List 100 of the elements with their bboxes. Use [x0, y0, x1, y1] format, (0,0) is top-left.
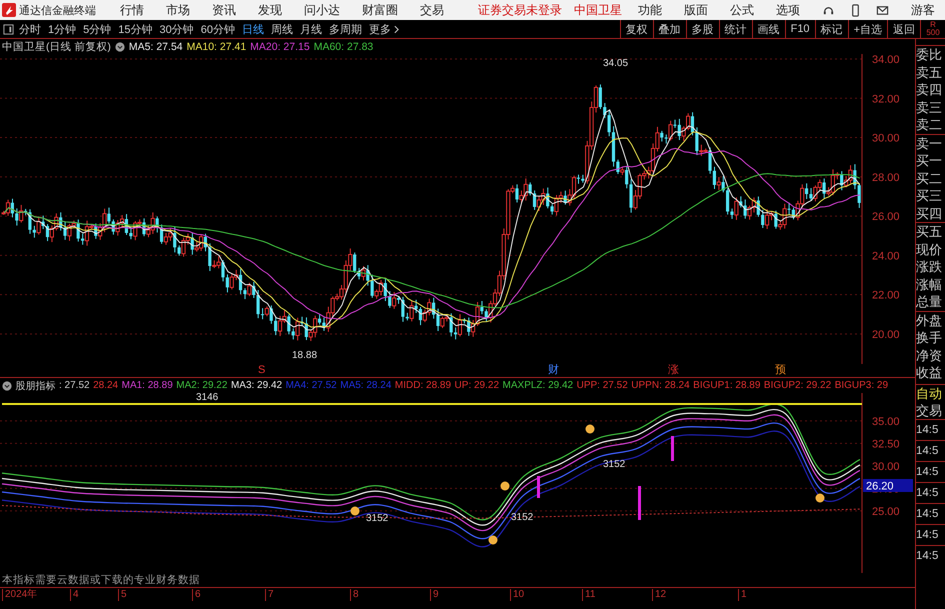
user-label[interactable]: 游客 [911, 2, 935, 18]
low-price-label: 18.88 [292, 350, 318, 361]
menu-item[interactable]: 公式 [730, 2, 754, 18]
indicator-value: : 27.52 [59, 380, 90, 391]
period-tab[interactable]: 15分钟 [118, 22, 152, 36]
event-marker[interactable]: S [258, 364, 266, 377]
axis-tick-label: 28.00 [872, 172, 900, 184]
menu-item[interactable]: 交易 [420, 2, 444, 18]
signal-dot [488, 536, 498, 544]
chart-title: 中国卫星(日线 前复权) [2, 40, 111, 54]
menu-item[interactable]: 版面 [684, 2, 708, 18]
quote-label: 委比 [916, 45, 945, 64]
axis-tick-label: 26.00 [872, 211, 900, 224]
menu-item[interactable]: 发现 [258, 2, 282, 18]
indicator-value: MA2: 29.22 [176, 380, 228, 391]
chevron-right-icon[interactable] [394, 24, 399, 34]
trade-time: 14:5 [916, 544, 945, 566]
menu-item[interactable]: 市场 [166, 2, 190, 18]
ma-value: MA5: 27.54 [128, 40, 183, 52]
signal-bar [537, 476, 540, 498]
quote-label: 净资 [916, 346, 943, 364]
period-tab[interactable]: 1分钟 [48, 22, 76, 36]
login-notice[interactable]: 证券交易未登录 [478, 2, 562, 18]
indicator-name: 股朋指标 [16, 380, 56, 392]
period-tab[interactable]: 分时 [19, 22, 41, 36]
date-axis-label: 10 [510, 589, 524, 601]
indicator-value: UPPN: 28.24 [631, 380, 690, 391]
quote-label: 现价 [916, 240, 943, 258]
ma-value: MA20: 27.15 [250, 40, 310, 52]
signal-dot [350, 506, 360, 516]
axis-tick-label: 30.00 [872, 132, 900, 145]
menu-item[interactable]: 财富圈 [362, 2, 398, 18]
axis-tick-label: 24.00 [872, 250, 900, 262]
trade-time: 14:5 [916, 440, 945, 460]
period-tab[interactable]: 更多 [369, 22, 391, 36]
indicator-note: 本指标需要云数据或下载的专业财务数据 [1, 573, 201, 587]
trade-header: 自动 [916, 384, 943, 402]
axis-tick-label: 32.50 [872, 438, 900, 450]
point-label: 3152 [511, 512, 534, 523]
line-label: 3146 [196, 393, 218, 403]
signal-dot [586, 424, 594, 434]
quote-label: 外盘 [916, 310, 945, 329]
quote-label: 换手 [916, 329, 943, 346]
quote-label: 买三 [916, 187, 943, 204]
axis-tick-label: 32.00 [872, 93, 900, 106]
ma-value: MA60: 27.83 [314, 40, 374, 52]
period-tab[interactable]: 周线 [271, 22, 293, 36]
menu-item[interactable]: 功能 [638, 2, 662, 18]
quote-label: 买四 [916, 204, 943, 222]
quote-label: 涨幅 [916, 276, 943, 293]
dropdown-icon[interactable] [2, 380, 12, 390]
signal-bar [671, 436, 674, 461]
date-axis-label: 1 [738, 589, 747, 601]
date-axis-label: 4 [70, 589, 79, 601]
panel-toggle-icon[interactable] [3, 24, 14, 34]
indicator-value: BIGUP2: 29.22 [764, 380, 832, 391]
period-tab[interactable]: 多周期 [329, 22, 362, 36]
menu-item[interactable]: 问小达 [304, 2, 340, 18]
menu-item[interactable]: 行情 [120, 2, 144, 18]
quote-label: 买一 [916, 152, 943, 170]
indicator-value: MIDD: 28.89 [394, 380, 452, 391]
indicator-value: 28.24 [93, 380, 118, 391]
quote-label: 卖二 [916, 116, 943, 134]
indicator-value: MA1: 28.89 [122, 380, 173, 391]
date-axis-label: 7 [265, 589, 274, 601]
ma-value: MA10: 27.41 [186, 40, 246, 52]
event-marker[interactable]: 涨 [668, 364, 679, 377]
mail-icon[interactable] [876, 4, 889, 16]
dropdown-icon[interactable] [114, 42, 125, 52]
quote-label: 买五 [916, 222, 945, 240]
phone-icon[interactable] [849, 4, 862, 16]
menu-item[interactable]: 资讯 [212, 2, 236, 18]
app-title: 通达信金融终端 [19, 4, 96, 18]
date-axis-label: 11 [582, 589, 596, 601]
axis-tick-label: 30.00 [872, 460, 900, 473]
date-axis-label: 6 [192, 589, 201, 601]
period-tab[interactable]: 60分钟 [200, 22, 235, 36]
trade-time: 14:5 [916, 418, 945, 440]
quote-label: 涨跌 [916, 258, 943, 276]
event-marker[interactable]: 财 [548, 364, 559, 377]
period-tab[interactable]: 5分钟 [83, 22, 112, 36]
period-tab[interactable]: 月线 [300, 22, 322, 36]
menu-item[interactable]: 选项 [776, 2, 800, 18]
signal-dot [816, 494, 824, 502]
date-axis-label: 5 [118, 589, 127, 601]
axis-tick-label: 35.00 [872, 416, 900, 428]
high-price-label: 34.05 [603, 58, 628, 69]
trade-time: 14:5 [916, 460, 945, 482]
event-marker[interactable]: 预 [775, 364, 786, 377]
quote-label: 买二 [916, 170, 943, 187]
point-label: 3152 [366, 513, 388, 524]
indicator-value: BIGUP3: 29 [834, 380, 888, 391]
indicator-value: MA3: 29.42 [230, 380, 282, 391]
period-tab[interactable]: 30分钟 [160, 22, 194, 36]
trade-time: 14:5 [916, 502, 945, 524]
point-label: 3152 [603, 459, 626, 470]
indicator-value: MA5: 28.24 [340, 380, 392, 391]
indicator-value: MA4: 27.52 [286, 380, 337, 391]
period-tab[interactable]: 日线 [242, 22, 264, 36]
indicator-value: UPP: 27.52 [576, 380, 628, 391]
